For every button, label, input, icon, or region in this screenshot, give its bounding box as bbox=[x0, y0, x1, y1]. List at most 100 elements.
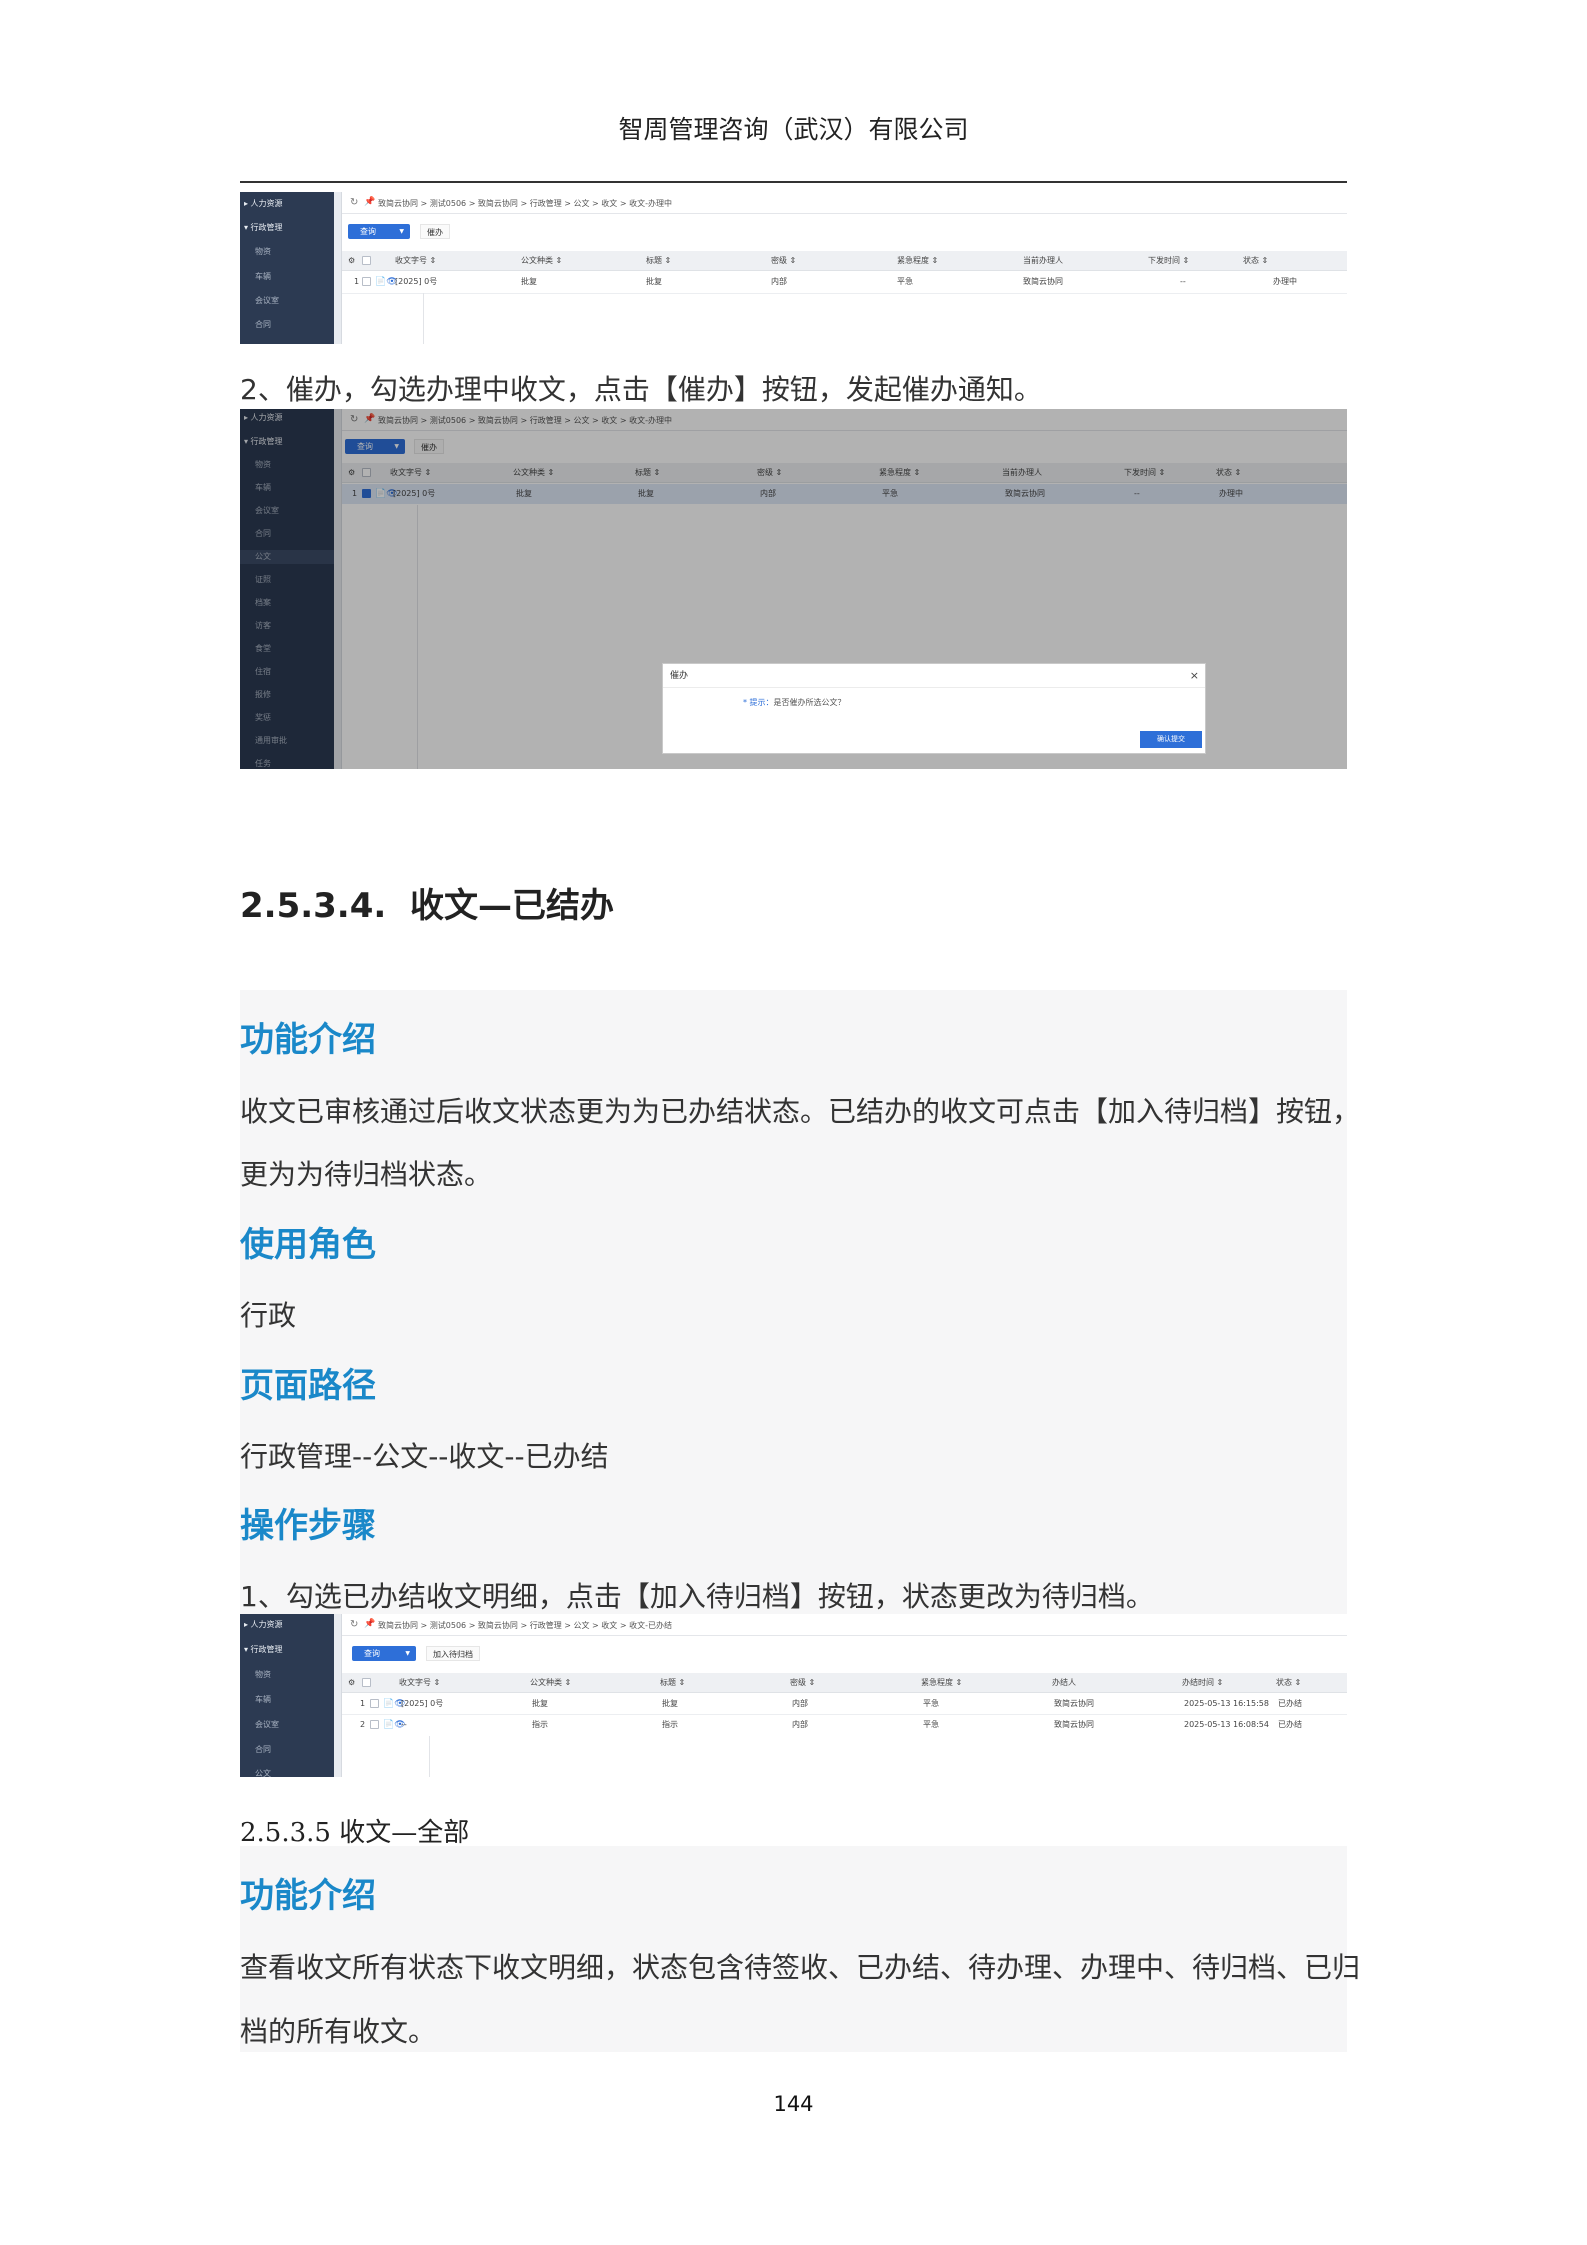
section-title: 收文—已结办 bbox=[410, 886, 614, 926]
col-title[interactable]: 标题 ⇕ bbox=[660, 1678, 685, 1688]
sidebar-item-supplies[interactable]: 物资 bbox=[240, 1670, 334, 1680]
cell-doc-no: -- bbox=[401, 1720, 407, 1729]
cell-handler: 致简云协同 bbox=[1054, 1699, 1094, 1708]
dialog-message: * 提示：是否催办所选公文？ bbox=[743, 697, 846, 708]
heading-steps: 操作步骤 bbox=[240, 1506, 376, 1546]
col-finish-time[interactable]: 办结时间 ⇕ bbox=[1182, 1678, 1223, 1688]
page-number: 144 bbox=[773, 2092, 814, 2116]
cell-finish-time: 2025-05-13 16:08:54 bbox=[1184, 1720, 1269, 1729]
gear-icon[interactable]: ⚙ bbox=[348, 1678, 355, 1688]
cell-secret: 内部 bbox=[792, 1720, 808, 1729]
refresh-icon[interactable]: ↻ bbox=[350, 197, 358, 208]
cell-urgency: 平急 bbox=[897, 277, 913, 286]
top-bar: ↻ 📌 致简云协同 > 测试0506 > 致简云协同 > 行政管理 > 公文 >… bbox=[342, 1614, 1347, 1636]
query-button[interactable]: 查询 ▼ bbox=[352, 1646, 416, 1661]
content-divider bbox=[423, 293, 424, 344]
cell-doc-no: [2025] 0号 bbox=[395, 277, 438, 286]
cell-finish-time: 2025-05-13 16:15:58 bbox=[1184, 1699, 1269, 1708]
col-title[interactable]: 标题 ⇕ bbox=[646, 256, 671, 266]
cell-title: 指示 bbox=[662, 1720, 678, 1729]
cell-secret: 内部 bbox=[792, 1699, 808, 1708]
col-doc-no[interactable]: 收文字号 ⇕ bbox=[399, 1678, 440, 1688]
close-icon[interactable]: × bbox=[1190, 664, 1199, 688]
table-header: ⚙ 收文字号 ⇕ 公文种类 ⇕ 标题 ⇕ 密级 ⇕ 紧急程度 ⇕ 办结人 办结时… bbox=[342, 1673, 1347, 1693]
pin-icon[interactable]: 📌 bbox=[364, 1619, 375, 1629]
intro-line-2: 档的所有收文。 bbox=[240, 2015, 437, 2048]
row-checkbox[interactable] bbox=[362, 277, 371, 286]
query-button[interactable]: 查询 ▼ bbox=[348, 224, 410, 239]
caret-down-icon: ▼ bbox=[405, 1650, 410, 1657]
cell-title: 批复 bbox=[646, 277, 662, 286]
section-2535-heading: 2.5.3.5 收文—全部 bbox=[240, 1818, 470, 1848]
col-doc-no[interactable]: 收文字号 ⇕ bbox=[395, 256, 436, 266]
table-row[interactable]: 1 📄👁 [2025] 0号 批复 批复 内部 平急 致简云协同 -- 办理中 bbox=[240, 272, 1347, 292]
cell-handler: 致简云协同 bbox=[1023, 277, 1063, 286]
col-urgency[interactable]: 紧急程度 ⇕ bbox=[921, 1678, 962, 1688]
col-status[interactable]: 状态 ⇕ bbox=[1243, 256, 1268, 266]
gear-icon[interactable]: ⚙ bbox=[348, 256, 355, 266]
row-checkbox[interactable] bbox=[370, 1720, 379, 1729]
sidebar-item-hr[interactable]: ▸ 人力资源 bbox=[240, 199, 334, 209]
section-heading: 2.5.3.4. 收文—已结办 bbox=[240, 878, 614, 927]
col-handler[interactable]: 办结人 bbox=[1052, 1678, 1076, 1688]
cell-urgency: 平急 bbox=[923, 1699, 939, 1708]
cell-handler: 致简云协同 bbox=[1054, 1720, 1094, 1729]
dialog-tip: * 提示： bbox=[743, 698, 774, 707]
sidebar-item-hr[interactable]: ▸ 人力资源 bbox=[240, 1620, 334, 1630]
table-row[interactable]: 2 📄👁 -- 指示 指示 内部 平急 致简云协同 2025-05-13 16:… bbox=[240, 1715, 1347, 1735]
sidebar-item-admin[interactable]: ▾ 行政管理 bbox=[240, 1645, 334, 1655]
heading-intro: 功能介绍 bbox=[240, 1876, 376, 1916]
intro-line-2: 更为为待归档状态。 bbox=[240, 1158, 493, 1191]
row-checkbox[interactable] bbox=[370, 1699, 379, 1708]
table-row[interactable]: 1 📄👁 [2025] 0号 批复 批复 内部 平急 致简云协同 2025-05… bbox=[240, 1694, 1347, 1714]
sidebar-item-contract[interactable]: 合同 bbox=[240, 1745, 334, 1755]
dialog-title: 催办 bbox=[663, 664, 1205, 688]
confirm-submit-button[interactable]: 确认提交 bbox=[1140, 731, 1202, 748]
sidebar-item-documents[interactable]: 公文 bbox=[240, 1769, 334, 1777]
cell-type: 指示 bbox=[532, 1720, 548, 1729]
cell-type: 批复 bbox=[532, 1699, 548, 1708]
role-text: 行政 bbox=[240, 1299, 297, 1332]
sidebar-item-supplies[interactable]: 物资 bbox=[240, 247, 334, 257]
screenshot-finished: ▸ 人力资源 ▾ 行政管理 物资 车辆 会议室 合同 公文 ↻ 📌 致简云协同 … bbox=[240, 1614, 1347, 1777]
col-secret[interactable]: 密级 ⇕ bbox=[771, 256, 796, 266]
pin-icon[interactable]: 📌 bbox=[364, 197, 375, 207]
col-issue-time[interactable]: 下发时间 ⇕ bbox=[1148, 256, 1189, 266]
sidebar-item-contract[interactable]: 合同 bbox=[240, 320, 334, 330]
col-secret[interactable]: 密级 ⇕ bbox=[790, 1678, 815, 1688]
sidebar-edge bbox=[334, 192, 342, 344]
heading-role: 使用角色 bbox=[240, 1225, 376, 1265]
breadcrumb: 致简云协同 > 测试0506 > 致简云协同 > 行政管理 > 公文 > 收文 … bbox=[378, 199, 672, 208]
cell-status: 办理中 bbox=[1273, 277, 1297, 286]
cell-doc-no: [2025] 0号 bbox=[401, 1699, 444, 1708]
sidebar-item-meeting[interactable]: 会议室 bbox=[240, 296, 334, 306]
intro-line-1: 查看收文所有状态下收文明细，状态包含待签收、已办结、待办理、办理中、待归档、已归 bbox=[240, 1951, 1361, 1984]
section-number: 2.5.3.4. bbox=[240, 886, 387, 926]
sidebar-item-admin[interactable]: ▾ 行政管理 bbox=[240, 223, 334, 233]
header-rule bbox=[240, 181, 1347, 183]
row-number: 1 bbox=[354, 277, 360, 286]
add-to-archive-button[interactable]: 加入待归档 bbox=[426, 1646, 480, 1661]
select-all-checkbox[interactable] bbox=[362, 256, 371, 265]
content-band bbox=[240, 990, 1347, 1620]
urge-button[interactable]: 催办 bbox=[420, 224, 450, 239]
col-current-handler[interactable]: 当前办理人 bbox=[1023, 256, 1063, 266]
refresh-icon[interactable]: ↻ bbox=[350, 1619, 358, 1630]
select-all-checkbox[interactable] bbox=[362, 1678, 371, 1687]
top-bar: ↻ 📌 致简云协同 > 测试0506 > 致简云协同 > 行政管理 > 公文 >… bbox=[342, 192, 1347, 214]
col-type[interactable]: 公文种类 ⇕ bbox=[530, 1678, 571, 1688]
path-text: 行政管理--公文--收文--已办结 bbox=[240, 1440, 609, 1473]
col-status[interactable]: 状态 ⇕ bbox=[1276, 1678, 1301, 1688]
cell-status: 已办结 bbox=[1278, 1720, 1302, 1729]
screenshot-urge-dialog: ▸ 人力资源 ▾ 行政管理 物资 车辆 会议室 合同 公文 证照 档案 访客 食… bbox=[240, 409, 1347, 769]
sidebar: ▸ 人力资源 ▾ 行政管理 物资 车辆 会议室 合同 bbox=[240, 192, 334, 344]
cell-status: 已办结 bbox=[1278, 1699, 1302, 1708]
screenshot-in-progress: ▸ 人力资源 ▾ 行政管理 物资 车辆 会议室 合同 ↻ 📌 致简云协同 > 测… bbox=[240, 192, 1347, 344]
cell-type: 批复 bbox=[521, 277, 537, 286]
col-urgency[interactable]: 紧急程度 ⇕ bbox=[897, 256, 938, 266]
intro-line-1: 收文已审核通过后收文状态更为为已办结状态。已结办的收文可点击【加入待归档】按钮， bbox=[240, 1095, 1361, 1128]
col-type[interactable]: 公文种类 ⇕ bbox=[521, 256, 562, 266]
dialog-question: 是否催办所选公文？ bbox=[773, 698, 846, 707]
heading-path: 页面路径 bbox=[240, 1366, 376, 1406]
heading-intro: 功能介绍 bbox=[240, 1020, 376, 1060]
